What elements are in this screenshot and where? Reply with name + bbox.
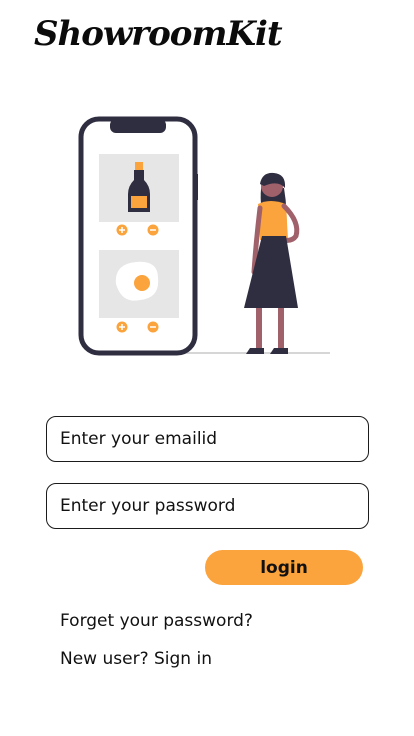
plus-icon [116, 321, 128, 333]
plus-icon [116, 224, 128, 236]
fried-egg-icon [115, 261, 159, 301]
app-logo: ShowroomKit [34, 14, 283, 54]
minus-icon [147, 224, 159, 236]
login-illustration [78, 116, 330, 356]
woman-icon [244, 172, 300, 354]
minus-icon [147, 321, 159, 333]
login-button[interactable]: login [205, 550, 363, 585]
password-field[interactable] [46, 483, 369, 529]
email-field[interactable] [46, 416, 369, 462]
phone-icon [78, 116, 198, 356]
sign-in-link[interactable]: New user? Sign in [60, 649, 212, 669]
forgot-password-link[interactable]: Forget your password? [60, 611, 253, 631]
